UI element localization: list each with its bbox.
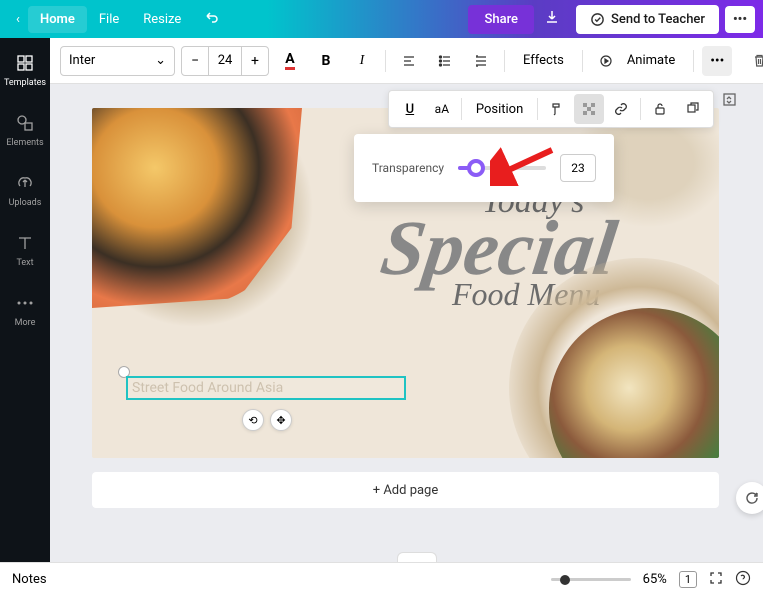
- list-button[interactable]: [430, 46, 460, 76]
- home-menu[interactable]: Home: [28, 6, 87, 33]
- sidebar-label: Text: [16, 258, 33, 268]
- position-button[interactable]: Position: [466, 102, 533, 117]
- fullscreen-button[interactable]: [709, 571, 723, 589]
- font-select[interactable]: Inter ⌄: [60, 46, 175, 76]
- sidebar-item-more[interactable]: More: [10, 288, 40, 332]
- transparency-popup: Transparency 23: [354, 134, 614, 202]
- lock-button[interactable]: [645, 94, 675, 124]
- underline-button[interactable]: U: [395, 94, 425, 124]
- toolbar-more-button[interactable]: •••: [702, 46, 732, 76]
- sidebar-item-text[interactable]: Text: [10, 228, 40, 272]
- move-handle[interactable]: ✥: [270, 409, 292, 431]
- page-count-button[interactable]: 1: [679, 571, 697, 588]
- page-tab-handle[interactable]: [397, 552, 437, 562]
- font-name: Inter: [69, 53, 95, 68]
- bold-button[interactable]: B: [311, 46, 341, 76]
- slider-thumb[interactable]: [467, 159, 485, 177]
- more-icon: [14, 292, 36, 314]
- animate-icon: [591, 46, 621, 76]
- format-button[interactable]: [542, 94, 572, 124]
- sidebar-item-elements[interactable]: Elements: [2, 108, 47, 152]
- size-decrease-button[interactable]: −: [182, 47, 208, 75]
- chevron-down-icon: ⌄: [155, 53, 166, 68]
- transparency-slider[interactable]: [458, 166, 546, 170]
- transparency-value[interactable]: 23: [560, 154, 596, 182]
- rotate-handle[interactable]: ⟲: [242, 409, 264, 431]
- refresh-fab[interactable]: [736, 482, 763, 514]
- duplicate-button[interactable]: [677, 94, 707, 124]
- size-value[interactable]: 24: [208, 47, 242, 75]
- add-page-button[interactable]: + Add page: [92, 472, 719, 508]
- expand-page-button[interactable]: [718, 88, 740, 110]
- zoom-slider[interactable]: [551, 578, 631, 581]
- share-button[interactable]: Share: [468, 5, 534, 34]
- case-button[interactable]: aA: [427, 94, 457, 124]
- transparency-button[interactable]: [574, 94, 604, 124]
- help-button[interactable]: [735, 570, 751, 590]
- effects-button[interactable]: Effects: [513, 46, 574, 76]
- sidebar-label: Uploads: [9, 198, 42, 208]
- sidebar-item-uploads[interactable]: Uploads: [5, 168, 46, 212]
- text-icon: [14, 232, 36, 254]
- templates-icon: [14, 52, 36, 74]
- sidebar-label: Elements: [6, 138, 43, 148]
- size-increase-button[interactable]: +: [242, 47, 268, 75]
- italic-button[interactable]: I: [347, 46, 377, 76]
- uploads-icon: [14, 172, 36, 194]
- resize-menu[interactable]: Resize: [131, 6, 193, 33]
- animate-button[interactable]: Animate: [627, 46, 685, 76]
- undo-button[interactable]: [199, 5, 223, 33]
- notes-button[interactable]: Notes: [12, 572, 47, 587]
- elements-icon: [14, 112, 36, 134]
- sidebar-label: More: [15, 318, 36, 328]
- send-to-teacher-button[interactable]: Send to Teacher: [576, 5, 719, 34]
- download-button[interactable]: [534, 3, 570, 35]
- file-menu[interactable]: File: [87, 6, 131, 33]
- sidebar-item-templates[interactable]: Templates: [0, 48, 50, 92]
- align-button[interactable]: [394, 46, 424, 76]
- text-sub-toolbar: U aA Position: [388, 90, 714, 128]
- spacing-button[interactable]: [466, 46, 496, 76]
- send-label: Send to Teacher: [611, 12, 705, 27]
- more-menu-button[interactable]: •••: [725, 6, 755, 33]
- text-color-button[interactable]: A: [275, 46, 305, 76]
- font-size-control: − 24 +: [181, 46, 269, 76]
- zoom-value: 65%: [643, 572, 667, 587]
- sidebar-label: Templates: [4, 78, 46, 88]
- delete-button[interactable]: [744, 46, 763, 76]
- transparency-label: Transparency: [372, 161, 444, 175]
- selected-text-element[interactable]: Street Food Around Asia: [126, 376, 406, 400]
- back-button[interactable]: ‹: [8, 12, 28, 27]
- link-button[interactable]: [606, 94, 636, 124]
